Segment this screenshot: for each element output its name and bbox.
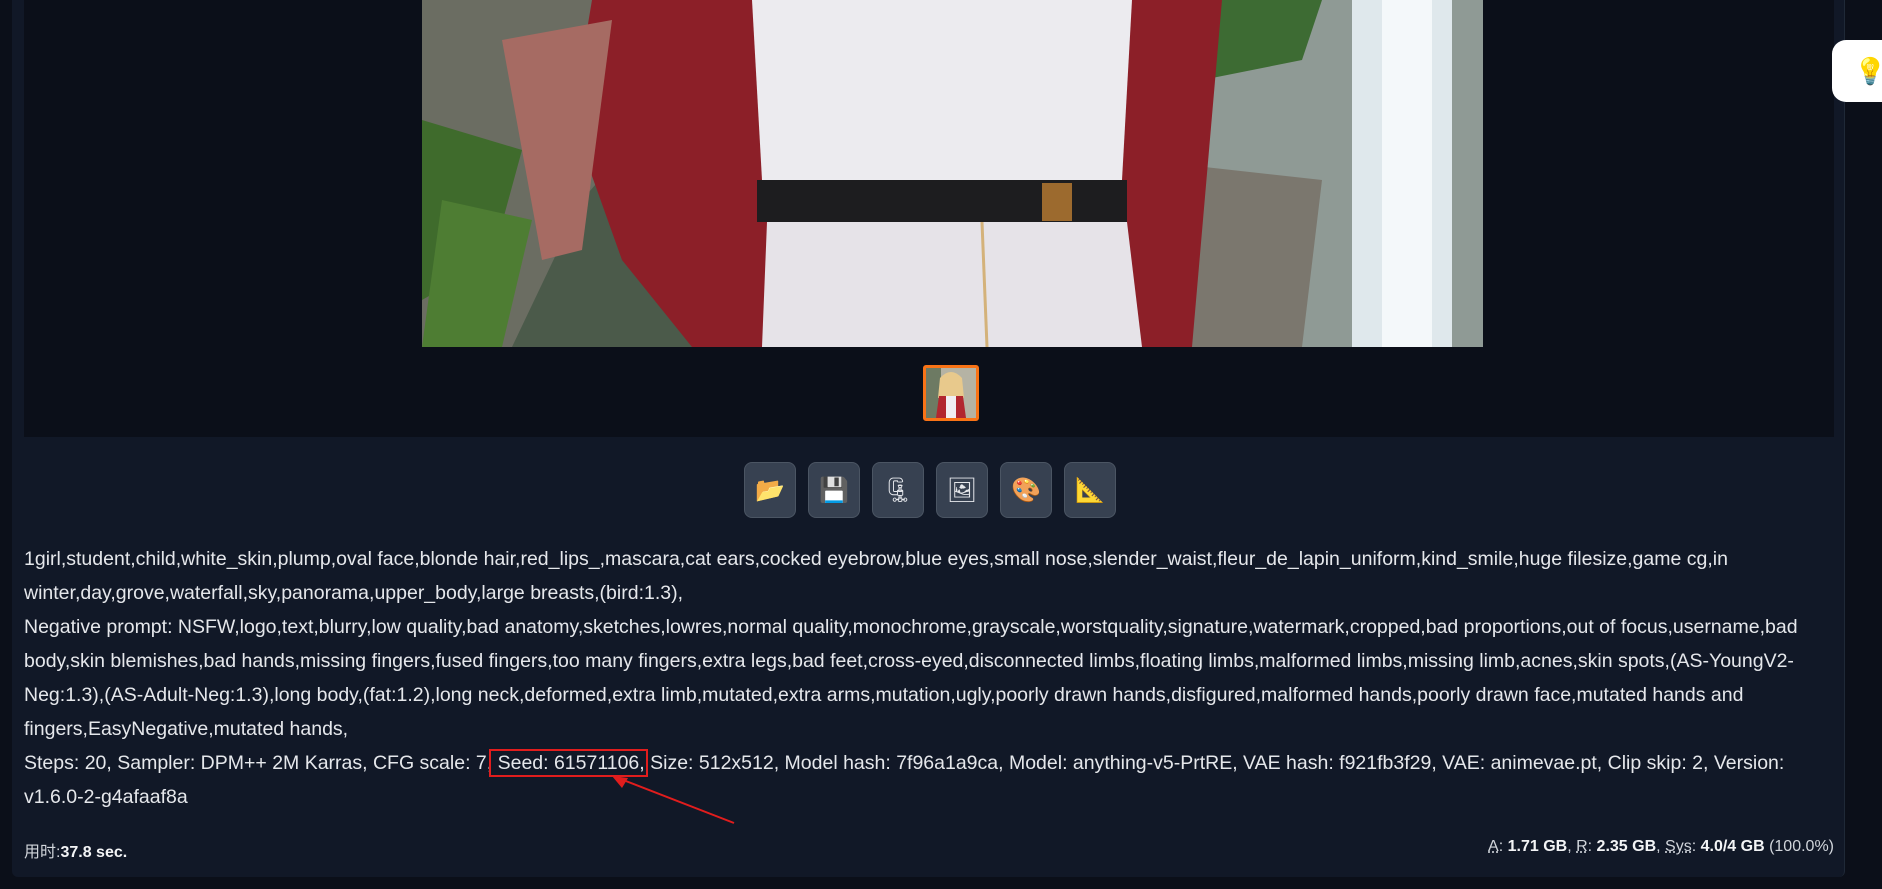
prompt-text: 1girl,student,child,white_skin,plump,ova… [24, 542, 1834, 610]
save-button[interactable]: 💾 [808, 462, 860, 518]
generation-time: 用时:37.8 sec. [24, 838, 127, 862]
send-to-img2img-button[interactable]: 🖼 [936, 462, 988, 518]
negative-prompt-text: Negative prompt: NSFW,logo,text,blurry,l… [24, 610, 1834, 746]
floppy-disk-icon: 💾 [819, 476, 849, 505]
image-gallery [24, 0, 1834, 437]
triangle-ruler-icon: 📐 [1075, 476, 1105, 505]
vram-percent: (100.0%) [1769, 838, 1834, 855]
generation-parameters: Steps: 20, Sampler: DPM++ 2M Karras, CFG… [24, 746, 1834, 814]
zip-archive-icon: 🗜 [883, 476, 913, 505]
gallery-thumbnail[interactable] [923, 365, 979, 421]
image-action-toolbar: 📂 💾 🗜 🖼 🎨 📐 [744, 462, 1116, 518]
vram-sys-label: Sys [1665, 838, 1692, 855]
vram-a-value: 1.71 GB [1508, 838, 1568, 855]
seed-value-highlight: Seed: 61571106, [492, 752, 645, 774]
generated-image[interactable] [422, 0, 1483, 347]
send-to-extras-button[interactable]: 📐 [1064, 462, 1116, 518]
vram-r-label: R [1576, 838, 1588, 855]
send-to-inpaint-button[interactable]: 🎨 [1000, 462, 1052, 518]
vram-r-value: 2.35 GB [1597, 838, 1657, 855]
params-before-seed: Steps: 20, Sampler: DPM++ 2M Karras, CFG… [24, 752, 492, 774]
open-folder-button[interactable]: 📂 [744, 462, 796, 518]
zip-button[interactable]: 🗜 [872, 462, 924, 518]
time-label: 用时: [24, 844, 60, 861]
floating-assistant-button[interactable]: 💡 [1832, 40, 1882, 102]
picture-icon: 🖼 [947, 476, 977, 505]
time-value: 37.8 sec. [60, 844, 127, 861]
vram-usage: A: 1.71 GB, R: 2.35 GB, Sys: 4.0/4 GB (1… [1488, 838, 1834, 856]
vram-sys-value: 4.0/4 GB [1701, 838, 1765, 855]
vram-a-label: A [1488, 838, 1499, 855]
page: 📂 💾 🗜 🖼 🎨 📐 1girl,student,child,white_sk… [0, 0, 1882, 889]
folder-icon: 📂 [755, 476, 785, 505]
lightbulb-icon: 💡 [1854, 56, 1882, 87]
generation-info: 1girl,student,child,white_skin,plump,ova… [24, 542, 1834, 814]
palette-icon: 🎨 [1011, 476, 1041, 505]
